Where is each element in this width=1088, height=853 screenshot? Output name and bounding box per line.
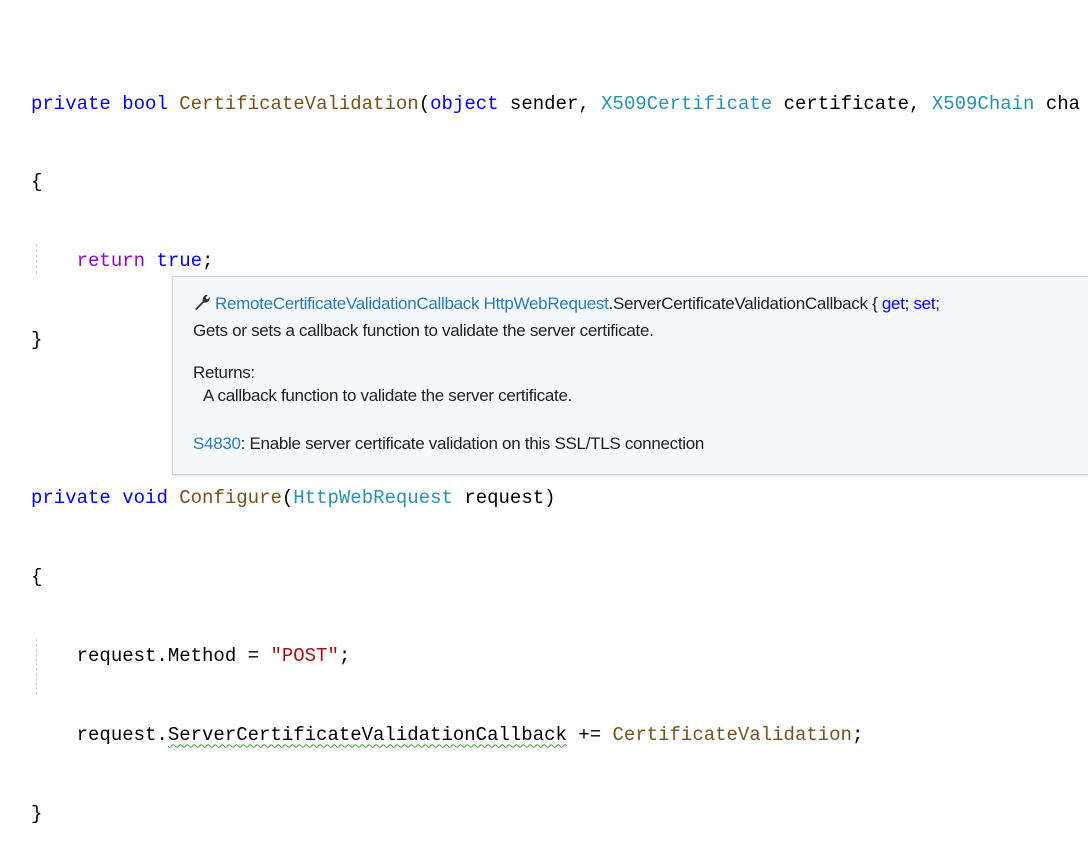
member-name: .ServerCertificateValidationCallback { [608, 294, 882, 313]
accessor-set: set [913, 294, 936, 313]
param: request) [452, 487, 556, 510]
indent-guide [36, 638, 37, 695]
code-text: += [566, 723, 613, 746]
string-literal: "POST" [270, 644, 339, 667]
keyword: private [31, 487, 111, 510]
class-link[interactable]: HttpWebRequest [484, 294, 609, 313]
method-name: Configure [179, 487, 282, 510]
code-text: request. [76, 723, 168, 746]
keyword: bool [122, 92, 168, 115]
tooltip-signature: RemoteCertificateValidationCallback Http… [193, 293, 940, 316]
warning-squiggle-property[interactable]: ServerCertificateValidationCallback [168, 724, 567, 746]
code-line: request.ServerCertificateValidationCallb… [31, 722, 1080, 748]
param: certificate, [772, 92, 932, 115]
keyword: object [430, 92, 499, 115]
brace: { [31, 565, 43, 588]
punct: ; [338, 644, 351, 667]
code-text: request.Method = [76, 644, 271, 667]
type-name: X509Chain [931, 92, 1035, 115]
type-name: X509Certificate [601, 92, 773, 115]
rule-message: S4830: Enable server certificate validat… [193, 434, 704, 454]
type-name: HttpWebRequest [293, 487, 453, 510]
tooltip-summary: Gets or sets a callback function to vali… [193, 321, 654, 340]
code-line: private bool CertificateValidation(objec… [31, 91, 1080, 117]
keyword: return [76, 250, 146, 273]
rule-text: : Enable server certificate validation o… [240, 434, 705, 453]
method-name: CertificateValidation [179, 92, 419, 115]
accessor-get: get [881, 294, 905, 313]
punct: ( [418, 92, 431, 115]
code-line: return true; [31, 244, 1080, 275]
code-line: private void Configure(HttpWebRequest re… [31, 485, 1080, 511]
keyword: true [156, 250, 203, 273]
param: sender, [498, 92, 602, 115]
keyword: void [122, 487, 168, 510]
method-name: CertificateValidation [612, 723, 852, 746]
returns-text: A callback function to validate the serv… [203, 386, 573, 405]
code-line: { [31, 564, 1080, 590]
brace: } [31, 802, 43, 825]
code-line: } [31, 801, 1080, 827]
wrench-icon [193, 293, 215, 316]
param: cha [1034, 92, 1081, 115]
punct: ; [851, 723, 864, 746]
indent-guide [36, 244, 37, 275]
punct: ( [281, 487, 294, 510]
rule-link[interactable]: S4830 [193, 434, 241, 453]
quickinfo-tooltip: RemoteCertificateValidationCallback Http… [172, 276, 1088, 475]
punct: ; [202, 250, 214, 273]
code-line: { [31, 169, 1080, 195]
brace: { [31, 171, 43, 194]
type-link[interactable]: RemoteCertificateValidationCallback [215, 294, 479, 313]
keyword: private [31, 92, 111, 115]
code-line: request.Method = "POST"; [31, 638, 1080, 695]
returns-label: Returns: [193, 363, 255, 382]
brace: } [31, 329, 43, 352]
sep: ; [935, 294, 940, 313]
